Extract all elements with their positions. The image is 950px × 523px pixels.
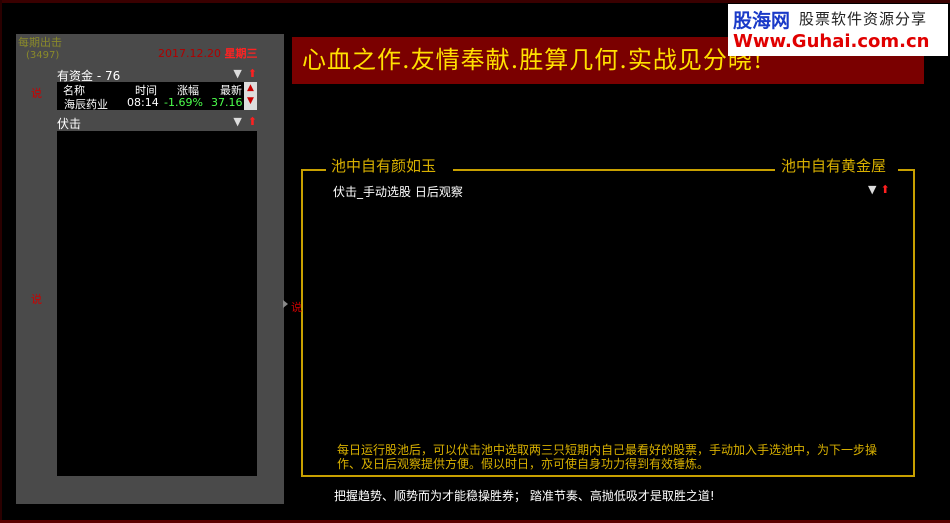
side-date-value: 2017.12.20	[158, 47, 221, 60]
logo-tagline: 股票软件资源分享	[799, 10, 928, 28]
banner-text: 心血之作.友情奉献.胜算几何.实战见分晓!	[302, 46, 764, 74]
list-header-funds[interactable]: 有资金 - 76 ▼ ⬆	[57, 67, 257, 83]
red-up-arrow-icon[interactable]: ⬆	[880, 183, 889, 196]
side-subtitle: (3497)	[26, 50, 60, 61]
triangle-down-icon[interactable]: ▼	[868, 183, 876, 196]
watch-list-controls: ▼ ⬆	[868, 183, 890, 196]
side-date: 2017.12.20 星期三	[158, 45, 257, 61]
pool-frame-top-middle	[453, 169, 775, 171]
collapse-arrow-icon[interactable]	[283, 300, 288, 308]
triangle-down-icon[interactable]: ▼	[233, 67, 241, 80]
scroll-down-icon[interactable]: ▼	[244, 95, 257, 108]
list-column-headers: 名称 时间 涨幅 最新	[57, 82, 244, 97]
red-up-arrow-icon[interactable]: ⬆	[248, 115, 257, 128]
row-price: 37.16	[211, 96, 243, 109]
pool-frame-top-left	[301, 169, 326, 171]
list-ambush[interactable]	[57, 131, 257, 476]
pool-title-right: 池中自有黄金屋	[781, 157, 887, 175]
side-mark-middle: 说	[31, 293, 42, 306]
pool-description: 每日运行股池后，可以伏击池中选取两三只短期内自己最看好的股票，手动加入手选池中，…	[337, 443, 878, 471]
side-title: 每期出击	[18, 36, 62, 49]
list-scrollbar[interactable]: ▲ ▼	[244, 82, 257, 110]
row-time: 08:14	[127, 96, 159, 109]
logo-brand: 股海网	[733, 10, 791, 32]
watch-list-title[interactable]: 伏击_手动选股 日后观察	[333, 183, 463, 200]
list-header-ambush[interactable]: 伏击 ▼ ⬆	[57, 115, 257, 131]
list-title-funds: 有资金 - 76	[57, 69, 121, 83]
triangle-down-icon[interactable]: ▼	[233, 115, 241, 128]
red-up-arrow-icon[interactable]: ⬆	[248, 67, 257, 80]
pool-title-left: 池中自有颜如玉	[331, 157, 437, 175]
logo-url: Www.Guhai.com.cn	[733, 31, 930, 52]
list-title-ambush: 伏击	[57, 117, 82, 131]
footer-note: 把握趋势、顺势而为才能稳操胜券； 踏准节奏、高抛低吸才是取胜之道!	[334, 489, 715, 503]
row-stock-name: 海辰药业	[64, 98, 108, 111]
row-change: -1.69%	[164, 96, 203, 109]
side-date-weekday: 星期三	[224, 47, 258, 60]
side-mark-top: 说	[31, 87, 42, 100]
window-left-border	[0, 0, 2, 523]
middle-mark: 说	[291, 301, 302, 314]
scroll-up-icon[interactable]: ▲	[244, 82, 257, 95]
window-top-border	[0, 0, 950, 3]
pool-frame-top-right	[898, 169, 913, 171]
table-row[interactable]: 海辰药业 08:14 -1.69% 37.16	[57, 96, 244, 111]
pool-frame	[301, 169, 915, 477]
